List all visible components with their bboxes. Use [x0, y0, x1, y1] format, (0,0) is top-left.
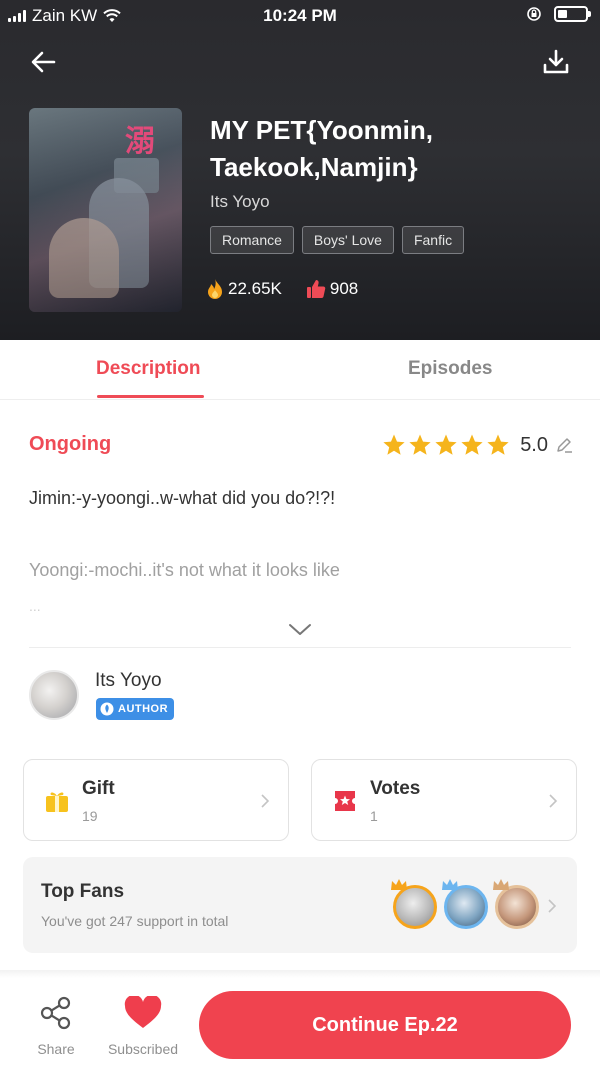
chevron-down-icon[interactable]	[288, 622, 312, 638]
status-bar: Zain KW 10:24 PM	[0, 0, 600, 32]
quill-icon	[100, 702, 114, 716]
avatar[interactable]	[29, 670, 79, 720]
divider	[0, 970, 600, 978]
book-title: MY PET{Yoonmin, Taekook,Namjin}	[210, 115, 433, 182]
book-stats: 22.65K 908	[206, 278, 358, 300]
star-icon	[461, 434, 483, 455]
description-text-faded: Yoongi:-mochi..it's not what it looks li…	[29, 560, 340, 580]
votes-count: 1	[370, 808, 378, 824]
fire-icon	[208, 279, 222, 299]
status-row: Ongoing 5.0	[29, 433, 574, 461]
author-badge-label: AUTHOR	[118, 703, 169, 715]
star-icon	[435, 434, 457, 455]
arrow-left-icon[interactable]	[28, 46, 60, 78]
share-icon	[40, 996, 71, 1030]
top-fans-subtitle: You've got 247 support in total	[41, 913, 229, 929]
rating: 5.0	[382, 433, 574, 457]
bottom-action-bar: Share Subscribed Continue Ep.22	[0, 978, 600, 1067]
description-ellipsis: ...	[29, 598, 41, 614]
fan-avatar[interactable]	[391, 879, 437, 929]
author-row[interactable]: Its Yoyo AUTHOR	[29, 668, 329, 722]
continue-reading-button[interactable]: Continue Ep.22	[199, 991, 571, 1059]
tag-fanfic[interactable]: Fanfic	[401, 226, 465, 254]
chevron-right-icon	[261, 794, 270, 808]
subscribed-label: Subscribed	[107, 1041, 179, 1057]
author-name[interactable]: Its Yoyo	[95, 670, 162, 692]
votes-card[interactable]: Votes 1	[311, 759, 577, 841]
rating-value: 5.0	[520, 433, 548, 456]
rotation-lock-icon	[527, 7, 541, 21]
author-badge: AUTHOR	[96, 698, 175, 720]
divider	[29, 647, 571, 648]
crown-icon	[493, 879, 509, 890]
star-icon	[487, 434, 509, 455]
tag-romance[interactable]: Romance	[210, 226, 294, 254]
thumbs-up-icon	[306, 280, 326, 298]
heart-icon	[124, 994, 162, 1028]
views-stat: 22.65K	[206, 278, 282, 300]
star-icon	[383, 434, 405, 455]
crown-icon	[391, 879, 407, 890]
book-cover[interactable]: 溺	[29, 108, 182, 312]
gift-label: Gift	[82, 778, 115, 799]
status-badge: Ongoing	[29, 433, 112, 455]
vote-ticket-icon	[335, 791, 355, 811]
app-screen: Zain KW 10:24 PM 溺 MY PET{Yoonmin, Taeko…	[0, 0, 600, 1067]
crown-icon	[442, 879, 458, 890]
votes-label: Votes	[370, 778, 421, 799]
subscribe-button[interactable]: Subscribed	[104, 994, 182, 1057]
description-text: Jimin:-y-yoongi..w-what did you do?!?!	[29, 488, 336, 508]
tag-boys-love[interactable]: Boys' Love	[301, 226, 394, 254]
chevron-right-icon	[548, 899, 557, 913]
book-header: Zain KW 10:24 PM 溺 MY PET{Yoonmin, Taeko…	[0, 0, 600, 340]
share-button[interactable]: Share	[33, 996, 79, 1057]
status-right	[526, 6, 591, 22]
tag-list: Romance Boys' Love Fanfic	[210, 226, 465, 254]
clock: 10:24 PM	[263, 6, 337, 25]
gift-count: 19	[82, 808, 98, 824]
star-icon	[409, 434, 431, 455]
gift-icon	[46, 792, 68, 812]
download-icon[interactable]	[540, 46, 572, 78]
edit-icon[interactable]	[554, 435, 574, 455]
book-author[interactable]: Its Yoyo	[210, 192, 270, 212]
fan-avatar[interactable]	[442, 879, 488, 929]
likes-count: 908	[329, 279, 359, 298]
active-tab-indicator	[97, 395, 204, 398]
tab-bar: Description Episodes	[0, 340, 600, 400]
gift-card[interactable]: Gift 19	[23, 759, 289, 841]
cover-title: 溺	[125, 125, 155, 158]
tab-description[interactable]: Description	[96, 358, 201, 380]
battery-icon	[554, 6, 591, 22]
top-fans-panel[interactable]: Top Fans You've got 247 support in total	[23, 857, 577, 953]
tab-episodes[interactable]: Episodes	[408, 358, 492, 380]
share-label: Share	[37, 1041, 75, 1057]
likes-stat: 908	[306, 279, 358, 299]
fan-avatar[interactable]	[493, 879, 539, 929]
chevron-right-icon	[549, 794, 558, 808]
views-count: 22.65K	[228, 279, 282, 298]
top-fans-title: Top Fans	[41, 881, 125, 902]
